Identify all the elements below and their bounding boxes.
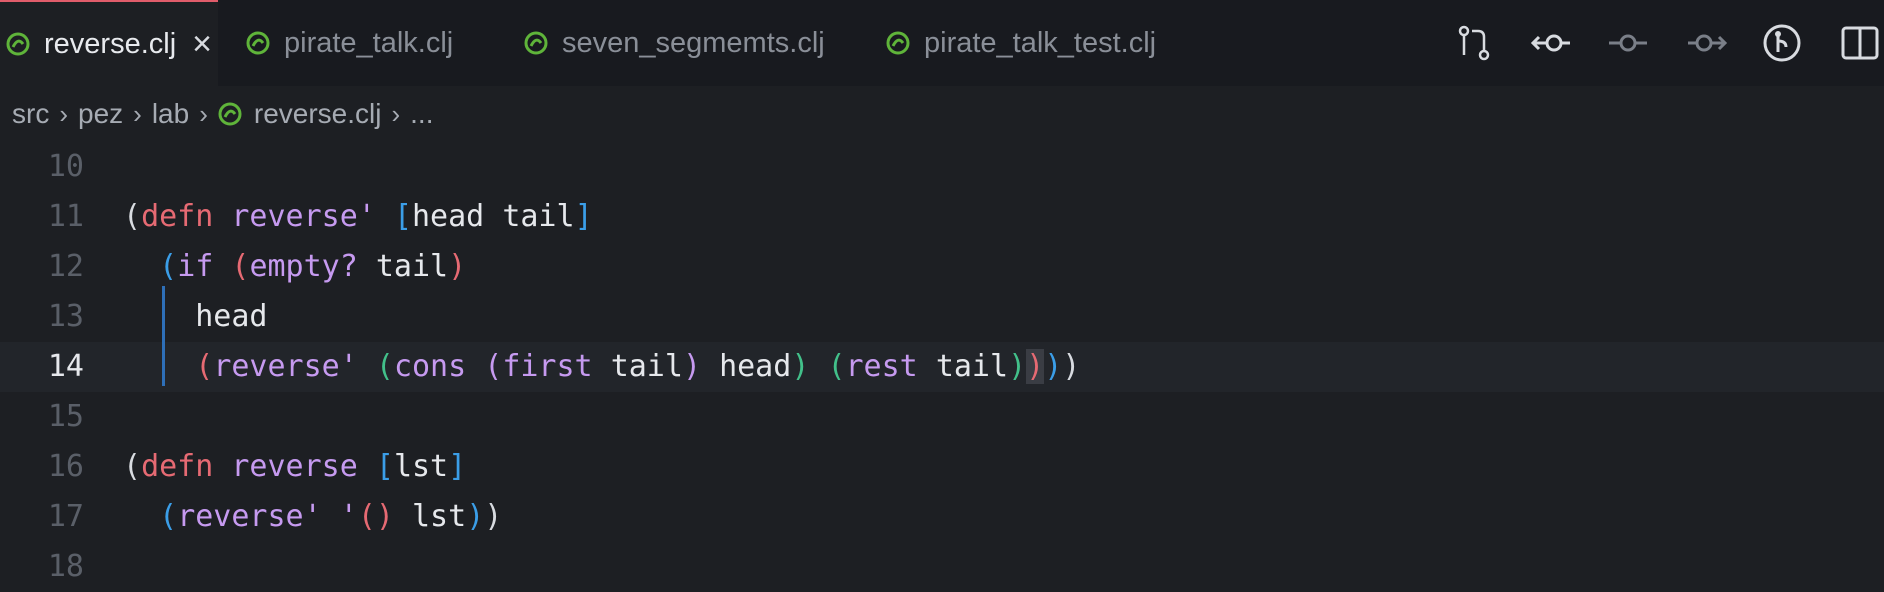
tab-label: reverse.clj [44, 27, 177, 60]
line-number: 16 [47, 449, 84, 484]
breadcrumb: src › pez › lab › reverse.clj › ... [0, 86, 1884, 142]
line-number: 13 [47, 299, 84, 334]
code-line: 17 (reverse' '() lst)) [0, 492, 1884, 542]
line-number: 18 [47, 549, 84, 584]
line-number: 10 [47, 149, 84, 184]
breadcrumb-symbols[interactable]: ... [410, 98, 433, 130]
breadcrumb-src[interactable]: src [12, 98, 49, 130]
clojure-file-icon [886, 31, 910, 55]
clojure-file-icon [524, 31, 548, 55]
breadcrumb-separator: › [199, 98, 208, 129]
breadcrumb-lab[interactable]: lab [152, 98, 189, 130]
code-line: 10 [0, 142, 1884, 192]
go-forward-commit-icon[interactable] [1684, 21, 1728, 65]
breadcrumb-separator: › [59, 98, 68, 129]
clojure-file-icon [6, 32, 30, 56]
line-number: 15 [47, 399, 84, 434]
clojure-file-icon [246, 31, 270, 55]
code-text: (defn reverse [lst] [123, 449, 467, 484]
code-line: 18 [0, 542, 1884, 592]
code-line: 16 (defn reverse [lst] [0, 442, 1884, 492]
tab-seven-segments-clj[interactable]: seven_segmemts.clj [524, 0, 854, 86]
tab-bar: reverse.clj × pirate_talk.clj seven_segm… [0, 0, 1884, 86]
indent-guide [162, 286, 165, 386]
breadcrumb-file[interactable]: reverse.clj [254, 98, 382, 130]
breadcrumb-pez[interactable]: pez [78, 98, 123, 130]
line-number: 12 [47, 249, 84, 284]
compare-changes-icon[interactable] [1452, 21, 1496, 65]
line-number: 14 [47, 349, 84, 384]
code-line: 15 [0, 392, 1884, 442]
code-text: (reverse' '() lst)) [159, 499, 503, 534]
code-text: head [195, 299, 268, 334]
line-number: 11 [47, 199, 84, 234]
clojure-file-icon [218, 102, 242, 126]
split-editor-icon[interactable] [1838, 21, 1882, 65]
line-number: 17 [47, 499, 84, 534]
tab-reverse-clj[interactable]: reverse.clj × [0, 0, 218, 86]
tab-pirate-talk-clj[interactable]: pirate_talk.clj [246, 0, 506, 86]
tab-label: pirate_talk_test.clj [924, 26, 1157, 59]
breadcrumb-separator: › [391, 98, 401, 129]
code-line: 11 (defn reverse' [head tail] [0, 192, 1884, 242]
tab-label: seven_segmemts.clj [562, 26, 825, 59]
code-text: (defn reverse' [head tail] [123, 199, 593, 234]
breadcrumb-separator: › [133, 98, 142, 129]
code-line-current: 14 (reverse' (cons (first tail) head) (r… [0, 342, 1884, 392]
go-back-commit-icon[interactable] [1530, 21, 1574, 65]
code-line: 13 head [0, 292, 1884, 342]
tab-label: pirate_talk.clj [284, 26, 454, 59]
code-editor[interactable]: 10 11 (defn reverse' [head tail] 12 (if … [0, 142, 1884, 584]
code-line: 12 (if (empty? tail) [0, 242, 1884, 292]
commit-icon[interactable] [1606, 21, 1650, 65]
code-text: (reverse' (cons (first tail) head) (rest… [195, 349, 1081, 384]
git-lens-icon[interactable] [1760, 21, 1804, 65]
close-icon[interactable]: × [192, 27, 212, 61]
tab-pirate-talk-test-clj[interactable]: pirate_talk_test.clj [886, 0, 1206, 86]
code-text: (if (empty? tail) [159, 249, 467, 284]
